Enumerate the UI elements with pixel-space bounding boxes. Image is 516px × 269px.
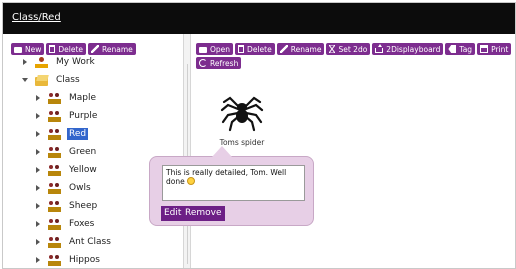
tree-node-my-work[interactable]: My Work [7,53,113,71]
tag-icon [448,45,457,53]
tree-node-label: Yellow [69,165,97,175]
expand-arrow-icon[interactable] [35,112,42,120]
group-icon [48,128,61,140]
set-2do-button[interactable]: Set 2do [326,43,371,55]
spider-icon [220,96,264,132]
expand-arrow-icon[interactable] [35,238,42,246]
rename-file-button[interactable]: Rename [276,43,325,55]
comment-textbox[interactable]: This is really detailed, Tom. Well done [162,165,305,201]
app-window: Class/Red New Delete Rename My Work Clas… [2,2,516,269]
panel-splitter[interactable] [183,34,191,268]
tree-node-red[interactable]: Red [7,125,113,143]
tree-node-class[interactable]: Class [7,71,113,89]
print-button[interactable]: Print [477,43,512,55]
group-icon [48,110,61,122]
tree-node-yellow[interactable]: Yellow [7,161,113,179]
bin-icon [49,45,56,53]
upload-icon [375,44,384,53]
refresh-toolbar: Refresh [196,57,242,69]
expand-arrow-icon[interactable] [35,256,42,264]
comment-popup: This is really detailed, Tom. Well done … [149,146,314,226]
tree-node-sheep[interactable]: Sheep [7,197,113,215]
open-button[interactable]: Open [196,43,234,55]
tree-node-foxes[interactable]: Foxes [7,215,113,233]
expand-arrow-icon[interactable] [35,184,42,192]
expand-arrow-icon[interactable] [35,202,42,210]
open-label: Open [210,44,231,54]
open-folder-icon [35,76,48,86]
group-icon [48,236,61,248]
breadcrumb-red-link[interactable]: Red [42,12,61,23]
hourglass-icon [328,44,337,54]
group-icon [48,200,61,212]
print-label: Print [491,44,509,54]
group-icon [48,182,61,194]
folder-tree: My Work Class Maple Purple Red Green Yel… [7,53,113,268]
group-icon [48,254,61,266]
expand-arrow-icon[interactable] [35,166,42,174]
tree-node-label: Sheep [69,201,98,211]
expand-arrow-icon[interactable] [35,148,42,156]
edit-comment-button[interactable]: Edit [161,206,185,221]
pencil-icon [91,45,100,53]
tree-node-label: Green [69,147,97,157]
person-icon [35,56,48,68]
group-icon [48,164,61,176]
tree-node-label: My Work [56,57,95,67]
tree-node-green[interactable]: Green [7,143,113,161]
tree-node-maple[interactable]: Maple [7,89,113,107]
tree-node-label: Hippos [69,255,100,265]
2displayboard-label: 2Displayboard [386,44,441,54]
tree-node-label: Maple [69,93,97,103]
refresh-label: Refresh [210,58,239,68]
tree-node-purple[interactable]: Purple [7,107,113,125]
folder-icon [199,46,207,53]
folder-icon [14,46,22,53]
collapse-arrow-icon[interactable] [22,77,29,84]
tree-node-label: Ant Class [69,237,111,247]
expand-arrow-icon[interactable] [35,220,42,228]
remove-comment-button[interactable]: Remove [182,206,225,221]
tree-node-label: Class [56,75,80,85]
file-item[interactable]: Toms spider [207,86,277,148]
comment-text: This is really detailed, Tom. Well done [166,168,287,186]
delete-file-button[interactable]: Delete [235,43,275,55]
expand-arrow-icon[interactable] [35,130,42,138]
bin-icon [238,45,245,53]
refresh-icon [199,59,207,67]
group-icon [48,92,61,104]
breadcrumb: Class/Red [12,12,61,23]
tree-node-label: Purple [69,111,98,121]
tree-node-label: Foxes [69,219,95,229]
group-icon [48,146,61,158]
file-area: Open Delete Rename Set 2do 2Displayboard [191,34,515,268]
tag-button[interactable]: Tag [445,43,476,55]
breadcrumb-class-link[interactable]: Class [12,12,38,23]
tree-node-label: Red [67,128,89,140]
group-icon [48,218,61,230]
pencil-icon [279,45,288,53]
delete-label: Delete [247,44,272,54]
printer-icon [480,45,489,53]
tree-node-label: Owls [69,183,91,193]
tag-label: Tag [459,44,473,54]
folder-tree-panel: New Delete Rename My Work Class Maple Pu… [3,34,183,268]
rename-label: Rename [290,44,322,54]
tree-node-owls[interactable]: Owls [7,179,113,197]
set-2do-label: Set 2do [338,44,368,54]
popup-pointer [212,146,232,157]
file-toolbar: Open Delete Rename Set 2do 2Displayboard [196,43,512,55]
expand-arrow-icon[interactable] [35,94,42,102]
tree-node-hippos[interactable]: Hippos [7,251,113,268]
title-bar: Class/Red [3,3,515,34]
refresh-button[interactable]: Refresh [196,57,242,69]
smiley-icon [186,177,195,185]
2displayboard-button[interactable]: 2Displayboard [372,43,444,55]
tree-node-ant-class[interactable]: Ant Class [7,233,113,251]
expand-arrow-icon[interactable] [22,58,29,66]
